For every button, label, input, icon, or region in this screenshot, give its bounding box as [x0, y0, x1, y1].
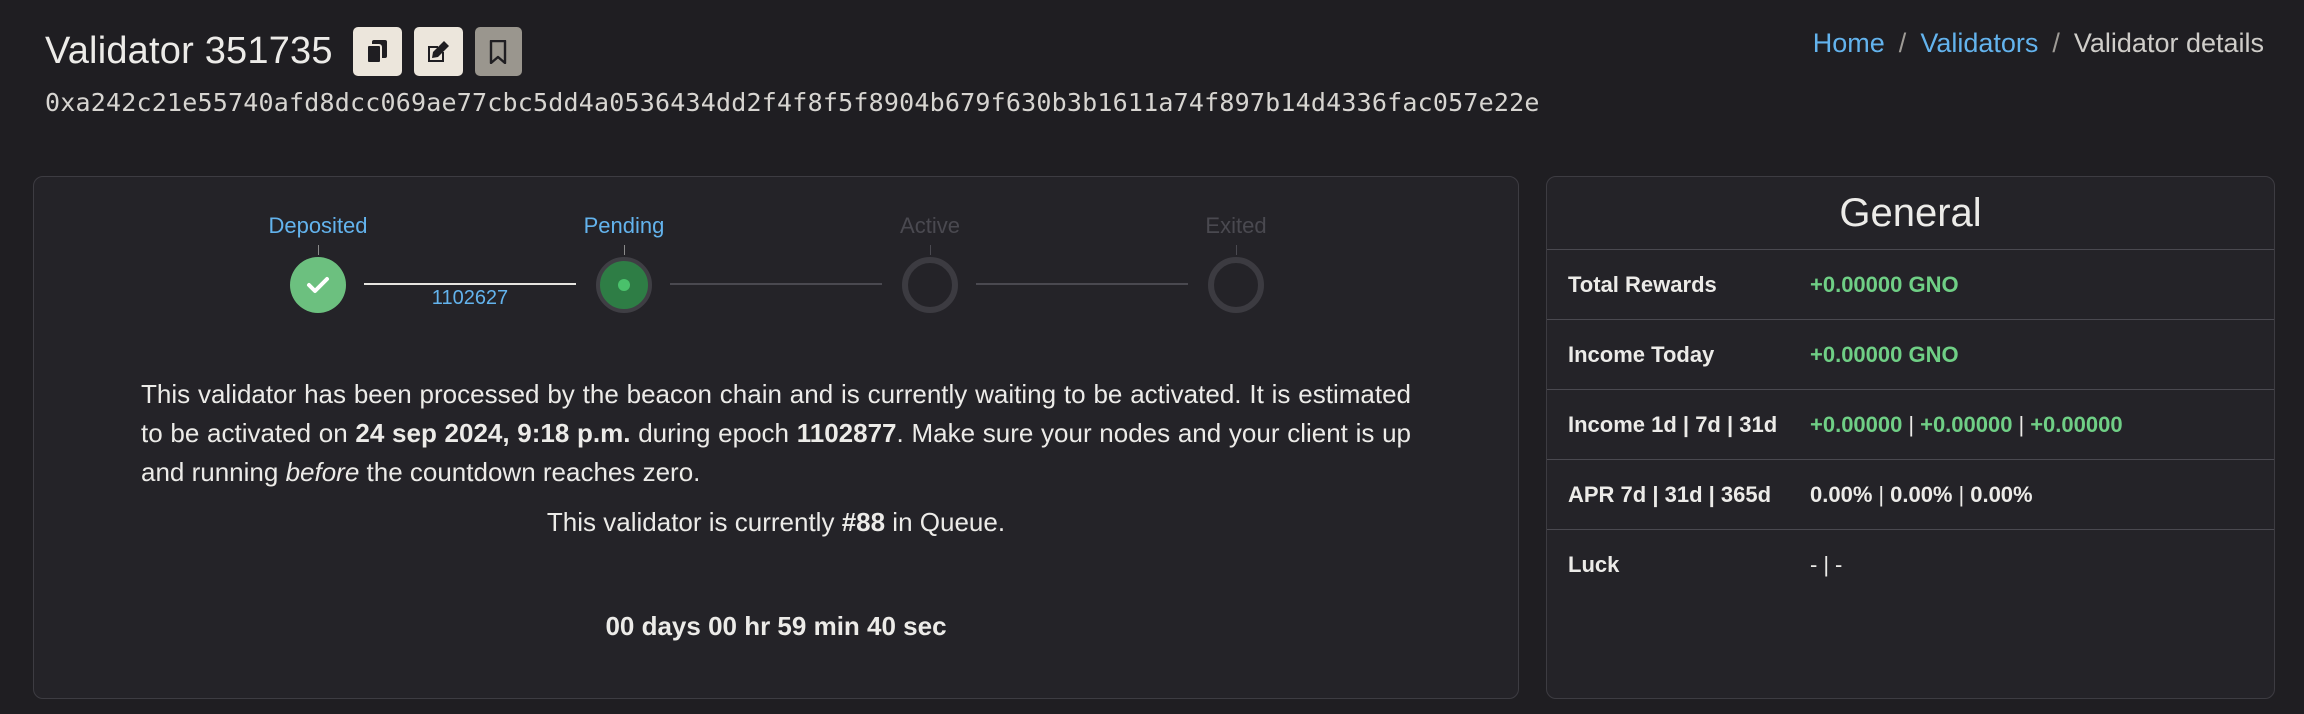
breadcrumb-home-link[interactable]: Home: [1813, 28, 1885, 59]
activation-time: 24 sep 2024, 9:18 p.m.: [355, 418, 631, 448]
step-connector: [364, 283, 576, 285]
page-title: Validator 351735: [45, 30, 333, 72]
bookmark-icon: [490, 39, 507, 64]
title-row: Validator 351735: [45, 27, 522, 76]
deposit-epoch-label: 1102627: [431, 287, 509, 309]
step-tick: [930, 245, 931, 255]
copy-button[interactable]: [352, 27, 402, 76]
queue-position: #88: [841, 507, 886, 537]
step-connector: [976, 283, 1188, 285]
total-rewards-label: Total Rewards: [1568, 271, 1717, 297]
step-label-exited: Exited: [1205, 213, 1267, 238]
status-text: the countdown reaches zero.: [359, 457, 701, 487]
breadcrumb-current: Validator details: [2073, 28, 2264, 58]
edit-button[interactable]: [413, 27, 463, 76]
step-label-pending: Pending: [583, 213, 665, 238]
step-tick: [624, 245, 625, 255]
bookmark-button[interactable]: [474, 27, 522, 76]
step-label-deposited: Deposited: [268, 213, 368, 238]
status-stepper: Deposited Pending Active Exited 1102627: [34, 177, 1518, 337]
income-periods-label: Income 1d | 7d | 31d: [1568, 411, 1778, 437]
breadcrumb-separator: /: [1898, 28, 1907, 58]
activation-epoch: 1102877: [796, 418, 897, 448]
apr-values: 0.00% | 0.00% | 0.00%: [1810, 482, 2033, 508]
total-rewards-value: +0.00000 GNO: [1810, 271, 1959, 297]
breadcrumb: Home / Validators / Validator details: [1813, 28, 2264, 59]
breadcrumb-validators-link[interactable]: Validators: [1920, 28, 2038, 59]
general-title: General: [1547, 177, 2274, 250]
copy-icon: [366, 39, 388, 64]
income-today-value: +0.00000 GNO: [1810, 341, 1959, 367]
general-card: General Total Rewards +0.00000 GNO Incom…: [1546, 176, 2275, 699]
apr-label: APR 7d | 31d | 365d: [1568, 481, 1772, 507]
luck-values: - | -: [1810, 552, 1842, 578]
queue-position-text: This validator is currently #88 in Queue…: [34, 507, 1518, 538]
queue-text: in Queue.: [885, 507, 1006, 537]
income-today-row: Income Today +0.00000 GNO: [1547, 320, 2274, 390]
income-31d-value: +0.00000: [2030, 411, 2123, 437]
step-pending-current: [596, 257, 652, 313]
step-tick: [1236, 245, 1237, 255]
step-label-active: Active: [900, 213, 960, 238]
step-tick: [318, 245, 319, 255]
value-separator: |: [1878, 481, 1885, 507]
apr-31d-value: 0.00%: [1890, 481, 1953, 507]
step-exited-upcoming: [1208, 257, 1264, 313]
total-rewards-row: Total Rewards +0.00000 GNO: [1547, 250, 2274, 320]
apr-row: APR 7d | 31d | 365d 0.00% | 0.00% | 0.00%: [1547, 460, 2274, 530]
check-icon: [307, 277, 329, 293]
apr-365d-value: 0.00%: [1970, 481, 2033, 507]
step-connector: [670, 283, 882, 285]
step-active-upcoming: [902, 257, 958, 313]
status-text: during epoch: [630, 418, 797, 448]
value-separator: |: [1823, 552, 1830, 577]
income-periods-row: Income 1d | 7d | 31d +0.00000 | +0.00000 | +…: [1547, 390, 2274, 460]
value-separator: |: [1908, 411, 1915, 437]
luck-label: Luck: [1568, 552, 1620, 577]
status-card: Deposited Pending Active Exited 1102627 …: [33, 176, 1519, 699]
income-1d-value: +0.00000: [1810, 411, 1903, 437]
step-deposited-done: [290, 257, 346, 313]
apr-7d-value: 0.00%: [1810, 481, 1873, 507]
activation-countdown: 00 days 00 hr 59 min 40 sec: [605, 611, 947, 641]
status-emphasis: before: [285, 457, 360, 487]
pending-dot-icon: [618, 279, 630, 291]
breadcrumb-separator: /: [2052, 28, 2060, 58]
income-7d-value: +0.00000: [1920, 411, 2013, 437]
queue-text: This validator is currently: [546, 507, 842, 537]
validator-pubkey: 0xa242c21e55740afd8dcc069ae77cbc5dd4a053…: [45, 88, 1540, 117]
income-today-label: Income Today: [1568, 341, 1715, 367]
value-separator: |: [1958, 481, 1965, 507]
income-periods-values: +0.00000 | +0.00000 | +0.00000: [1810, 412, 2123, 438]
value-separator: |: [2018, 411, 2025, 437]
status-description: This validator has been processed by the…: [141, 375, 1411, 492]
luck-row: Luck - | -: [1547, 530, 2274, 600]
edit-icon: [428, 40, 450, 62]
luck-value-b: -: [1835, 552, 1843, 577]
